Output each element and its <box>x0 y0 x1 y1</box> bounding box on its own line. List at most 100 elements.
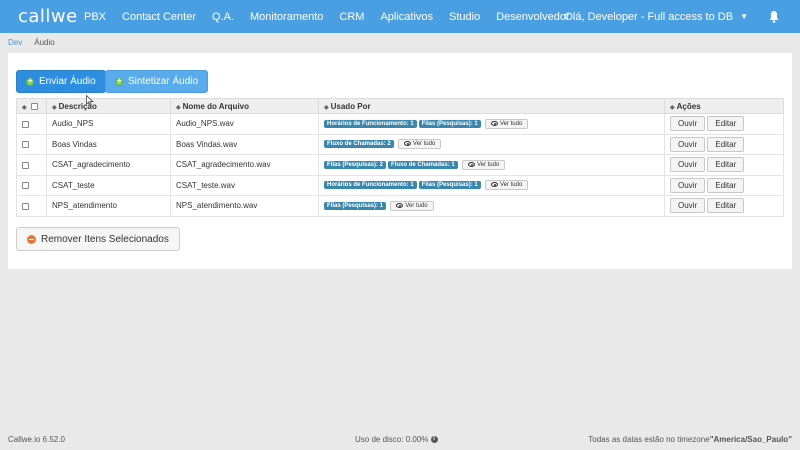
see-all-button[interactable]: Ver tudo <box>390 200 434 211</box>
row-description: Audio_NPS <box>46 113 171 135</box>
row-description: NPS_atendimento <box>46 195 171 217</box>
app-version: Callwe.io 6.52.0 <box>8 435 65 444</box>
plus-icon <box>115 76 123 86</box>
nav-item-crm[interactable]: CRM <box>339 11 364 23</box>
eye-icon <box>467 161 475 167</box>
plus-icon <box>26 76 34 86</box>
header-used-by-label: Usado Por <box>330 101 371 111</box>
table-row: CSAT_teste CSAT_teste.wav Horários de Fu… <box>16 174 784 196</box>
nav-item-contact-center[interactable]: Contact Center <box>122 11 196 23</box>
usage-badge: Filas (Pesquisas): 1 <box>418 181 481 190</box>
see-all-button[interactable]: Ver tudo <box>484 180 529 191</box>
footer: Callwe.io 6.52.0 Uso de disco: 0.00% i T… <box>0 430 800 450</box>
row-checkbox[interactable] <box>22 202 29 210</box>
row-checkbox[interactable] <box>22 120 29 128</box>
eye-icon <box>490 120 498 126</box>
sort-icon: ◆ <box>670 104 675 111</box>
bell-icon[interactable] <box>768 10 780 23</box>
row-select-cell <box>16 133 47 155</box>
remove-selected-button[interactable]: Remover Itens Selecionados <box>16 227 180 251</box>
row-select-cell <box>16 113 47 135</box>
table-header-row: ◆ ◆ Descrição ◆ Nome do Arquivo ◆ Usado Por… <box>16 98 784 114</box>
nav-item-monitoramento[interactable]: Monitoramento <box>250 11 323 23</box>
row-filename: Boas Vindas.wav <box>170 133 319 155</box>
row-used-by: Horários de Funcionamento: 1 Filas (Pesqu… <box>318 174 665 196</box>
nav-item-qa[interactable]: Q.A. <box>212 11 234 23</box>
usage-badge: Horários de Funcionamento: 1 <box>324 181 417 190</box>
synthesize-audio-button[interactable]: Sintetizar Áudio <box>105 70 209 93</box>
usage-badge: Filas (Pesquisas): 1 <box>324 201 387 210</box>
listen-button[interactable]: Ouvir <box>670 136 706 152</box>
row-used-by: Filas (Pesquisas): 2 Fluxo de Chamadas: 1… <box>318 154 665 176</box>
row-filename: NPS_atendimento.wav <box>170 195 319 217</box>
main-nav: PBX Contact Center Q.A. Monitoramento CR… <box>84 0 586 33</box>
app-logo[interactable]: callwe <box>18 6 78 27</box>
upload-audio-button[interactable]: Enviar Áudio <box>16 70 106 93</box>
upload-audio-label: Enviar Áudio <box>39 76 96 87</box>
row-select-cell <box>16 154 47 176</box>
header-used-by[interactable]: ◆ Usado Por <box>318 98 665 114</box>
see-all-button[interactable]: Ver tudo <box>397 139 442 150</box>
row-select-cell <box>16 195 47 217</box>
breadcrumb-root[interactable]: Dev <box>8 38 22 47</box>
see-all-label: Ver tudo <box>412 141 436 148</box>
user-menu[interactable]: Olá, Developer - Full access to DB ▼ <box>564 0 748 33</box>
edit-button[interactable]: Editar <box>707 157 745 173</box>
edit-button[interactable]: Editar <box>707 116 745 132</box>
nav-item-studio[interactable]: Studio <box>449 11 480 23</box>
usage-badge: Filas (Pesquisas): 1 <box>418 119 481 128</box>
nav-item-pbx[interactable]: PBX <box>84 11 106 23</box>
row-checkbox[interactable] <box>22 141 29 149</box>
row-used-by: Fluxo de Chamadas: 2 Ver tudo <box>318 133 665 155</box>
listen-button[interactable]: Ouvir <box>670 157 706 173</box>
audio-table: ◆ ◆ Descrição ◆ Nome do Arquivo ◆ Usado Por… <box>16 98 784 217</box>
disk-usage-label: Uso de disco: 0.00% <box>355 435 429 444</box>
header-filename[interactable]: ◆ Nome do Arquivo <box>170 98 319 114</box>
eye-icon <box>396 202 404 208</box>
table-row: Boas Vindas Boas Vindas.wav Fluxo de Cha… <box>16 133 784 155</box>
nav-item-desenvolvedor[interactable]: Desenvolvedor <box>496 11 569 23</box>
see-all-label: Ver tudo <box>499 120 523 127</box>
select-all-header: ◆ <box>16 98 47 114</box>
see-all-label: Ver tudo <box>476 161 500 168</box>
usage-badge: Horários de Funcionamento: 1 <box>324 119 417 128</box>
row-checkbox[interactable] <box>22 161 29 169</box>
see-all-button[interactable]: Ver tudo <box>461 159 506 170</box>
listen-button[interactable]: Ouvir <box>670 116 706 132</box>
header-actions[interactable]: ◆ Ações <box>664 98 784 114</box>
see-all-button[interactable]: Ver tudo <box>484 118 529 129</box>
user-menu-label: Olá, Developer - Full access to DB <box>564 10 734 23</box>
audio-panel: Enviar Áudio Sintetizar Áudio ◆ ◆Descriç… <box>8 53 792 269</box>
sort-icon[interactable]: ◆ <box>22 105 27 111</box>
usage-badge: Fluxo de Chamadas: 2 <box>324 140 394 149</box>
row-checkbox[interactable] <box>22 182 29 190</box>
breadcrumb-current: Áudio <box>34 38 55 47</box>
timezone-info: Todas as datas estão no timezone"America… <box>588 435 792 444</box>
table-row: Audio_NPS Audio_NPS.wav Horários de Func… <box>16 113 784 135</box>
select-all-checkbox[interactable] <box>30 102 38 110</box>
listen-button[interactable]: Ouvir <box>670 177 706 193</box>
row-filename: CSAT_teste.wav <box>170 174 319 196</box>
edit-button[interactable]: Editar <box>707 177 745 193</box>
edit-button[interactable]: Editar <box>707 198 745 214</box>
see-all-label: Ver tudo <box>499 182 523 189</box>
timezone-prefix: Todas as datas estão no timezone <box>588 435 710 444</box>
table-row: NPS_atendimento NPS_atendimento.wav Fila… <box>16 195 784 217</box>
eye-icon <box>490 182 498 188</box>
sort-icon: ◆ <box>176 104 181 111</box>
header-description[interactable]: ◆ Descrição <box>46 98 171 114</box>
info-icon[interactable]: i <box>430 436 438 444</box>
usage-badge: Filas (Pesquisas): 2 <box>324 160 387 169</box>
listen-button[interactable]: Ouvir <box>670 198 706 214</box>
row-description: CSAT_teste <box>46 174 171 196</box>
chevron-down-icon: ▼ <box>740 12 748 21</box>
disk-usage: Uso de disco: 0.00% i <box>355 435 438 444</box>
row-actions: Ouvir Editar <box>664 174 784 196</box>
nav-item-aplicativos[interactable]: Aplicativos <box>380 11 433 23</box>
breadcrumb: Dev Áudio <box>8 38 55 47</box>
edit-button[interactable]: Editar <box>707 136 745 152</box>
timezone-value: "America/Sao_Paulo" <box>709 435 792 444</box>
row-filename: Audio_NPS.wav <box>170 113 319 135</box>
header-filename-label: Nome do Arquivo <box>182 101 249 111</box>
mouse-cursor-icon <box>86 95 94 106</box>
